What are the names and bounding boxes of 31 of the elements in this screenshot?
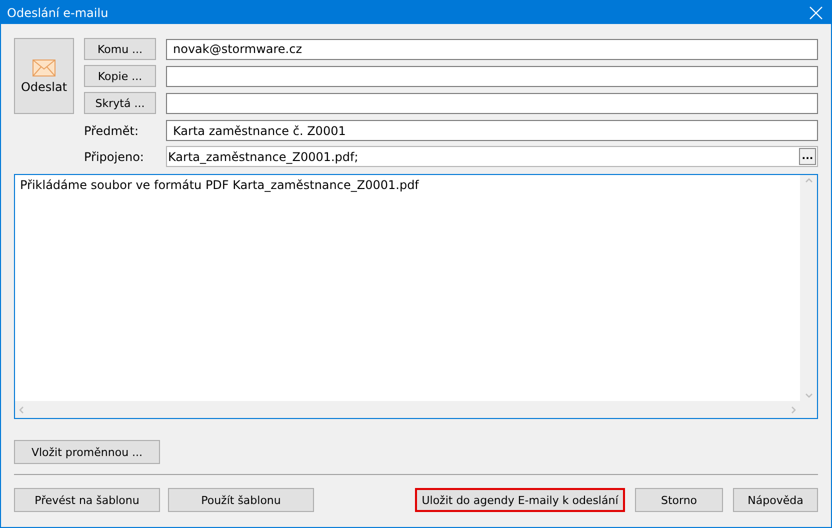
footer-button[interactable]: Uložit do agendy E-maily k odeslání (415, 488, 625, 512)
scroll-left-icon[interactable] (19, 406, 24, 414)
footer-button[interactable]: Storno (635, 488, 723, 512)
scroll-right-icon[interactable] (791, 406, 796, 414)
close-button[interactable] (809, 6, 823, 20)
envelope-icon (32, 58, 56, 76)
address-button[interactable]: Komu ... (84, 38, 156, 60)
vertical-scrollbar[interactable] (800, 175, 817, 401)
window-title: Odeslání e-mailu (7, 6, 108, 20)
attachment-text: Karta_zaměstnance_Z0001.pdf; (168, 150, 358, 164)
subject-label: Předmět: (84, 124, 140, 138)
address-button[interactable]: Kopie ... (84, 65, 156, 87)
insert-variable-button[interactable]: Vložit proměnnou ... (14, 440, 160, 464)
horizontal-scrollbar[interactable] (15, 401, 800, 418)
close-icon (809, 6, 823, 20)
footer-button[interactable]: Použít šablonu (168, 488, 314, 512)
subject-field[interactable]: Karta zaměstnance č. Z0001 (166, 120, 818, 141)
address-button[interactable]: Skrytá ... (84, 92, 156, 114)
scroll-up-icon[interactable] (804, 178, 812, 183)
footer-button[interactable]: Převést na šablonu (14, 488, 160, 512)
scroll-down-icon[interactable] (804, 393, 812, 398)
browse-button[interactable]: ... (799, 148, 816, 165)
attachment-field[interactable]: Karta_zaměstnance_Z0001.pdf; ... (166, 146, 818, 167)
address-field[interactable]: novak@stormware.cz (166, 38, 818, 60)
message-text: Přikládáme soubor ve formátu PDF Karta_zaměstnance_Z0001.pdf (19, 177, 420, 194)
address-field[interactable] (166, 92, 818, 114)
message-body-field[interactable]: Přikládáme soubor ve formátu PDF Karta_zaměstnance_Z0001.pdf (14, 174, 818, 419)
address-field[interactable] (166, 66, 818, 86)
send-button[interactable]: Odeslat (14, 38, 74, 114)
footer-button[interactable]: Nápověda (733, 488, 818, 512)
attachment-label: Připojeno: (84, 150, 145, 164)
